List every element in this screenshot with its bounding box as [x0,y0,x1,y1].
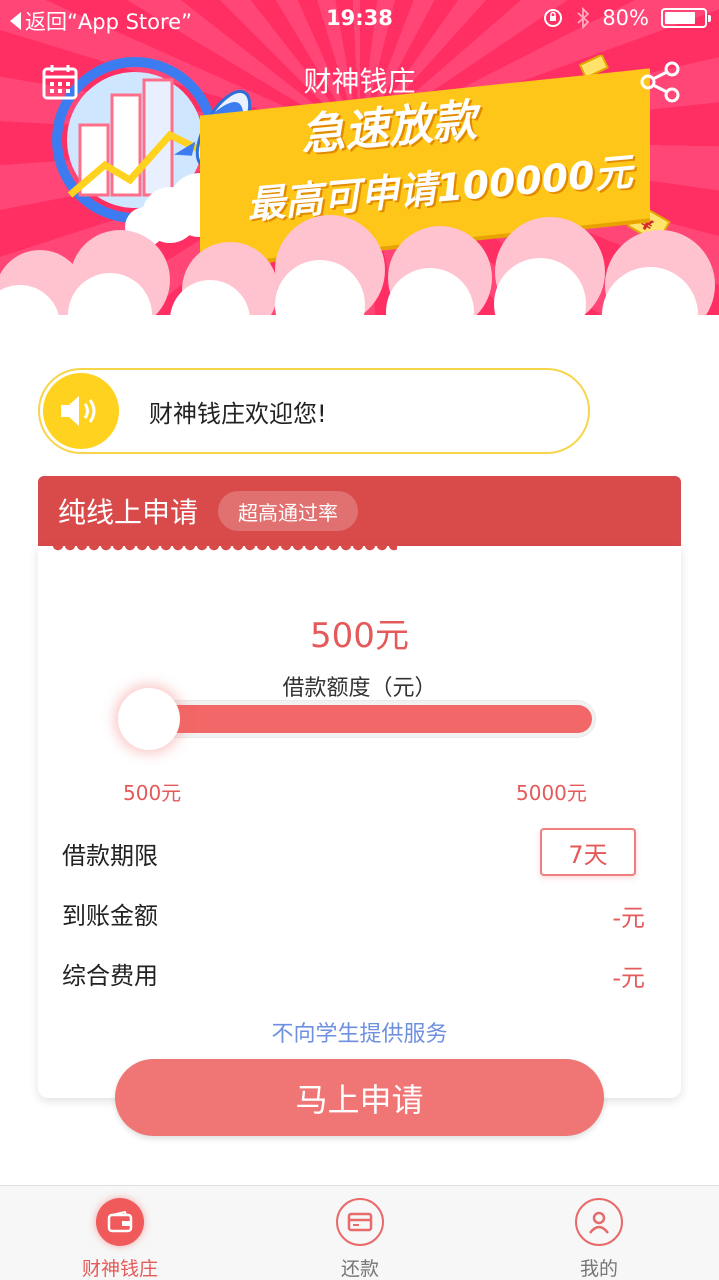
battery-icon [661,8,711,28]
cloud-decoration [0,215,719,330]
tab-home-label: 财神钱庄 [81,1258,158,1280]
user-icon [589,1211,609,1234]
card-icon [347,1212,373,1232]
loan-term-selector[interactable]: 7天 [540,828,636,876]
scallop-edge [52,545,397,555]
notice-text: 财神钱庄欢迎您! [149,399,327,428]
battery-fill [665,12,696,24]
slider-thumb[interactable] [118,688,180,750]
battery-percent: 80% [602,6,649,30]
speaker-icon [61,396,96,426]
slider-max-label: 5000元 [516,781,587,805]
status-right: 80% [542,6,711,30]
tab-mine-label: 我的 [579,1258,618,1280]
tab-repay-label: 还款 [340,1258,379,1280]
tab-home-icon-wrap [96,1198,144,1246]
slider-min-label: 500元 [123,781,182,805]
slider-fill [130,705,592,733]
share-icon [640,61,680,103]
no-student-notice: 不向学生提供服务 [271,1022,448,1047]
tab-mine[interactable]: 我的 [519,1186,679,1280]
welcome-notice: 财神钱庄欢迎您! [38,368,590,454]
bluetooth-icon [577,7,590,29]
bottom-tab-bar: 财神钱庄 还款 我的 [0,1185,719,1280]
received-amount-value: -元 [612,904,645,932]
status-bar: 返回“App Store” 19:38 80% [0,0,719,40]
total-fee-label: 综合费用 [62,962,158,990]
page-title: 财神钱庄 [303,65,416,98]
approval-badge: 超高通过率 [218,491,359,531]
wallet-icon [107,1211,133,1233]
loan-amount-value: 500元 [310,616,409,656]
notice-icon-circle [43,373,119,449]
header-banner: ¥ ¥ ¥ 急速放款 最高可申请100000元 [0,0,719,330]
loan-term-label: 借款期限 [62,842,158,870]
tab-home[interactable]: 财神钱庄 [40,1186,200,1280]
total-fee-value: -元 [612,964,645,992]
apply-now-button[interactable]: 马上申请 [115,1059,604,1136]
tab-mine-icon-wrap [575,1198,623,1246]
received-amount-label: 到账金额 [62,902,158,930]
loan-card-title: 纯线上申请 [58,496,199,529]
rotation-lock-icon [544,9,563,27]
loan-card-header: 纯线上申请 超高通过率 [38,476,681,546]
tab-repay-icon-wrap [336,1198,384,1246]
share-button[interactable] [636,58,684,106]
tab-repay[interactable]: 还款 [280,1186,440,1280]
